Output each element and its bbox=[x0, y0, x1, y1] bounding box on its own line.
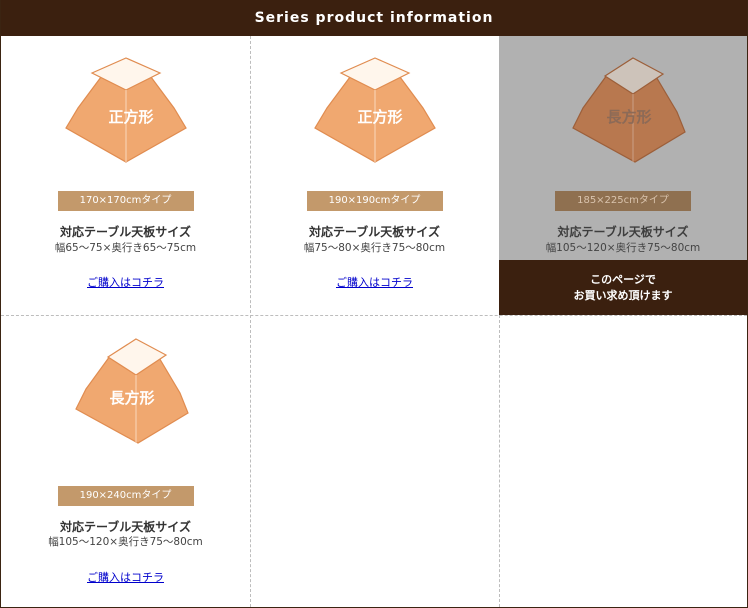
shape-label: 長方形 bbox=[606, 108, 651, 126]
size-badge: 190×190cmタイプ bbox=[306, 191, 443, 211]
spec-dimensions: 幅105～120×奥行き75～80cm bbox=[48, 536, 203, 548]
current-page-notice: このページで お買い求め頂けます bbox=[499, 260, 747, 315]
size-badge: 185×225cmタイプ bbox=[555, 191, 691, 211]
product-card: 正方形 190×190cmタイプ 対応テーブル天板サイズ 幅75～80×奥行き7… bbox=[250, 36, 499, 315]
series-title: Series product information bbox=[254, 10, 494, 26]
rectangle-kotatsu-futon-icon: 長方形 bbox=[74, 338, 189, 444]
empty-cell bbox=[250, 315, 499, 607]
purchase-link[interactable]: ご購入はコチラ bbox=[1, 569, 250, 585]
purchase-link[interactable]: ご購入はコチラ bbox=[250, 274, 499, 290]
series-header: Series product information bbox=[1, 0, 747, 36]
shape-label: 正方形 bbox=[357, 108, 402, 126]
empty-cell bbox=[499, 315, 747, 607]
spec-dimensions: 幅65～75×奥行き65～75cm bbox=[54, 242, 197, 254]
product-card: 正方形 170×170cmタイプ 対応テーブル天板サイズ 幅65～75×奥行き6… bbox=[1, 36, 250, 315]
spec-dimensions: 幅105～120×奥行き75～80cm bbox=[545, 242, 701, 254]
square-kotatsu-futon-icon: 正方形 bbox=[313, 57, 436, 163]
current-note-line: このページで bbox=[590, 272, 656, 286]
purchase-link[interactable]: ご購入はコチラ bbox=[1, 274, 250, 290]
product-grid: 正方形 170×170cmタイプ 対応テーブル天板サイズ 幅65～75×奥行き6… bbox=[1, 36, 747, 607]
shape-label: 正方形 bbox=[108, 108, 153, 126]
shape-label: 長方形 bbox=[109, 389, 154, 407]
spec-title: 対応テーブル天板サイズ bbox=[60, 225, 191, 239]
current-note-line: お買い求め頂けます bbox=[573, 288, 673, 302]
product-card: 長方形 190×240cmタイプ 対応テーブル天板サイズ 幅105～120×奥行… bbox=[1, 315, 250, 607]
rectangle-kotatsu-futon-icon: 長方形 bbox=[572, 57, 686, 163]
series-panel: Series product information 正方形 170×170cm… bbox=[0, 0, 748, 608]
spec-title: 対応テーブル天板サイズ bbox=[309, 225, 440, 239]
spec-title: 対応テーブル天板サイズ bbox=[557, 225, 689, 239]
product-card-current: 長方形 185×225cmタイプ 対応テーブル天板サイズ 幅105～120×奥行… bbox=[499, 36, 747, 315]
square-kotatsu-futon-icon: 正方形 bbox=[64, 57, 187, 163]
size-badge: 170×170cmタイプ bbox=[57, 191, 194, 211]
spec-title: 対応テーブル天板サイズ bbox=[60, 520, 191, 534]
spec-dimensions: 幅75～80×奥行き75～80cm bbox=[303, 242, 446, 254]
size-badge: 190×240cmタイプ bbox=[57, 486, 194, 506]
